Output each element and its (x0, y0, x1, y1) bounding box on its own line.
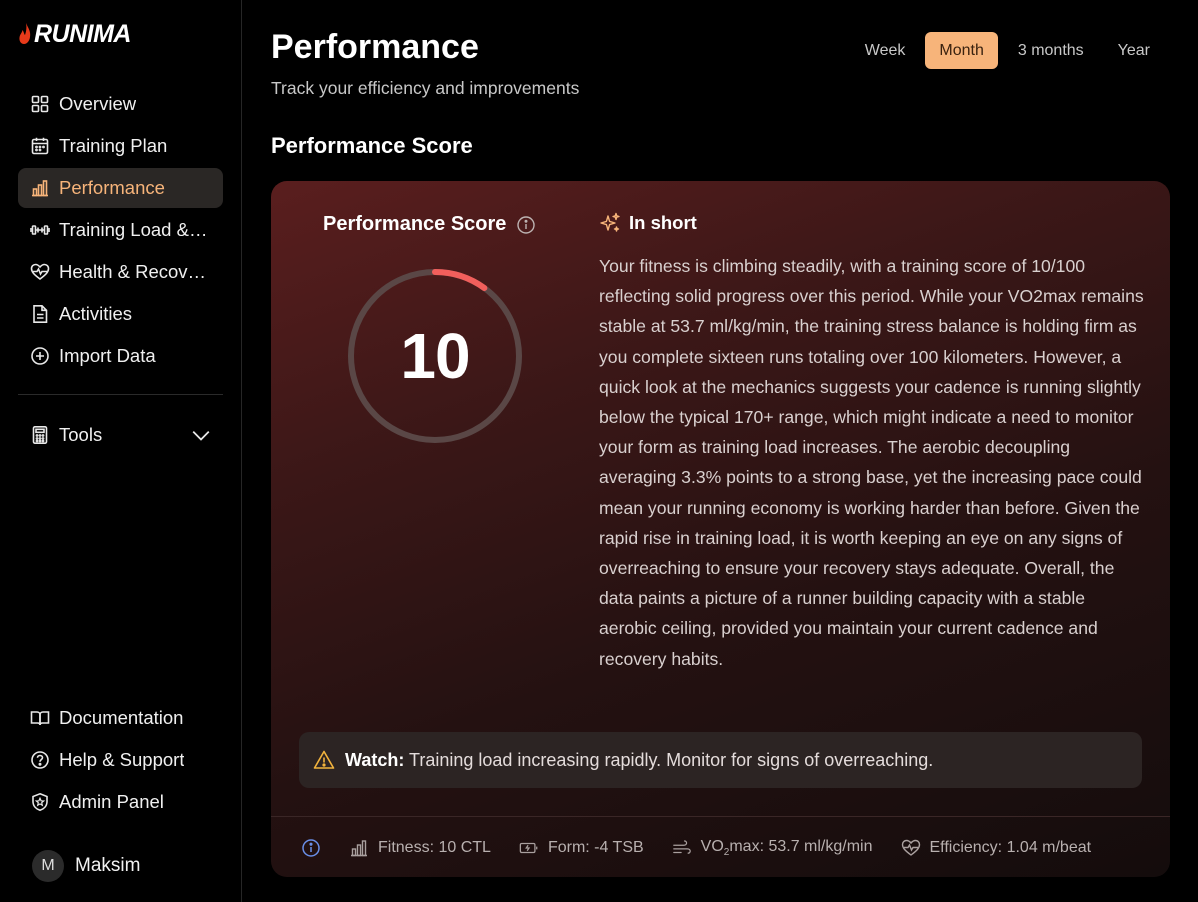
battery-charging-icon (519, 842, 538, 854)
metric-efficiency-text: Efficiency: 1.04 m/beat (929, 839, 1092, 856)
sidebar-item-label: Training Load & Recovery (59, 219, 211, 240)
card-divider (271, 816, 1170, 817)
sidebar-item-label: Admin Panel (59, 791, 164, 812)
bar-chart-icon (32, 180, 48, 197)
metric-form-text: Form: -4 TSB (547, 839, 644, 856)
score-value: 10 (400, 320, 470, 392)
sidebar-item-documentation[interactable]: Documentation (18, 698, 223, 738)
info-icon[interactable] (516, 215, 536, 235)
user-name: Maksim (75, 855, 141, 876)
shield-star-icon (32, 792, 48, 812)
sidebar-item-training-plan[interactable]: Training Plan (18, 126, 223, 166)
range-month-button[interactable]: Month (925, 32, 998, 69)
info-icon (302, 839, 320, 857)
sidebar-item-label: Documentation (59, 707, 184, 728)
sidebar-item-overview[interactable]: Overview (18, 84, 223, 124)
sidebar-item-activities[interactable]: Activities (18, 294, 223, 334)
sidebar-item-label: Overview (59, 93, 137, 114)
range-3-months-button[interactable]: 3 months (1004, 32, 1098, 69)
sidebar-item-help[interactable]: Help & Support (18, 740, 223, 780)
sidebar-item-label: Training Plan (59, 135, 168, 156)
heart-pulse-icon (901, 839, 920, 856)
metric-vo2max-text: VO2max: 53.7 ml/kg/min (700, 837, 873, 859)
range-week-button[interactable]: Week (851, 32, 920, 69)
main-nav: Overview Training Plan Performance Train… (18, 84, 223, 378)
chevron-down-icon[interactable] (191, 425, 211, 445)
sidebar-item-admin[interactable]: Admin Panel (18, 782, 223, 822)
dumbbell-icon (30, 225, 50, 235)
question-circle-icon (31, 751, 49, 769)
metric-fitness-text: Fitness: 10 CTL (378, 839, 491, 856)
sidebar-item-label: Tools (59, 424, 103, 445)
score-label: Performance Score (323, 213, 536, 236)
document-icon (33, 305, 48, 323)
calendar-icon (31, 137, 49, 155)
in-short-title: In short (629, 212, 697, 233)
warning-icon (313, 750, 335, 769)
sidebar-item-label: Activities (59, 303, 132, 324)
watch-alert: Watch: Training load increasing rapidly.… (299, 732, 1142, 788)
sidebar-item-tools[interactable]: Tools (18, 415, 223, 455)
sidebar-item-training-load[interactable]: Training Load & Recovery (18, 210, 223, 250)
watch-text: Training load increasing rapidly. Monito… (409, 749, 934, 770)
sidebar-item-performance[interactable]: Performance (18, 168, 223, 208)
sidebar-item-import-data[interactable]: Import Data (18, 336, 223, 376)
wind-icon (672, 840, 691, 854)
flame-icon (19, 22, 31, 44)
range-year-button[interactable]: Year (1104, 32, 1164, 69)
performance-score-card: Performance Score 10 In short Your fitne… (271, 181, 1170, 877)
in-short-header: In short (599, 212, 697, 234)
metric-efficiency: Efficiency: 1.04 m/beat (901, 838, 1092, 858)
metric-fitness: Fitness: 10 CTL (349, 838, 491, 858)
sidebar-item-label: Help & Support (59, 749, 185, 770)
metrics-info[interactable] (301, 838, 321, 858)
grid-icon (31, 95, 49, 113)
brand-name: RUNIMA (34, 20, 132, 48)
sidebar-item-label: Import Data (59, 345, 156, 366)
main-content: Performance Track your efficiency and im… (243, 0, 1198, 902)
sidebar-item-health[interactable]: Health & Recovery (18, 252, 223, 292)
sidebar-item-label: Health & Recovery (59, 261, 211, 282)
sidebar-item-label: Performance (59, 177, 165, 198)
metric-vo2max: VO2max: 53.7 ml/kg/min (672, 838, 873, 858)
bottom-nav: Documentation Help & Support Admin Panel (18, 698, 223, 824)
metrics-row: Fitness: 10 CTL Form: -4 TSB VO2max: 53.… (301, 826, 1119, 870)
section-title: Performance Score (271, 133, 473, 158)
page-title: Performance (271, 28, 479, 66)
plus-circle-icon (31, 347, 49, 365)
score-label-text: Performance Score (323, 213, 507, 235)
book-icon (30, 711, 50, 726)
sidebar-divider (18, 394, 223, 395)
heart-pulse-icon (30, 263, 50, 281)
time-range-selector: Week Month 3 months Year (851, 32, 1164, 69)
metric-form: Form: -4 TSB (519, 838, 644, 858)
sidebar: RUNIMA Overview Training Plan Performanc… (0, 0, 242, 902)
bar-chart-icon (351, 840, 367, 857)
page-subtitle: Track your efficiency and improvements (271, 78, 580, 98)
user-profile[interactable]: M Maksim (32, 850, 140, 882)
tools-section: Tools (18, 415, 223, 457)
watch-label: Watch: (345, 749, 405, 770)
performance-summary: Your fitness is climbing steadily, with … (599, 256, 1144, 669)
sparkles-icon (600, 212, 620, 232)
brand-logo[interactable]: RUNIMA (18, 20, 132, 49)
calculator-icon (32, 425, 48, 444)
avatar: M (32, 850, 64, 882)
